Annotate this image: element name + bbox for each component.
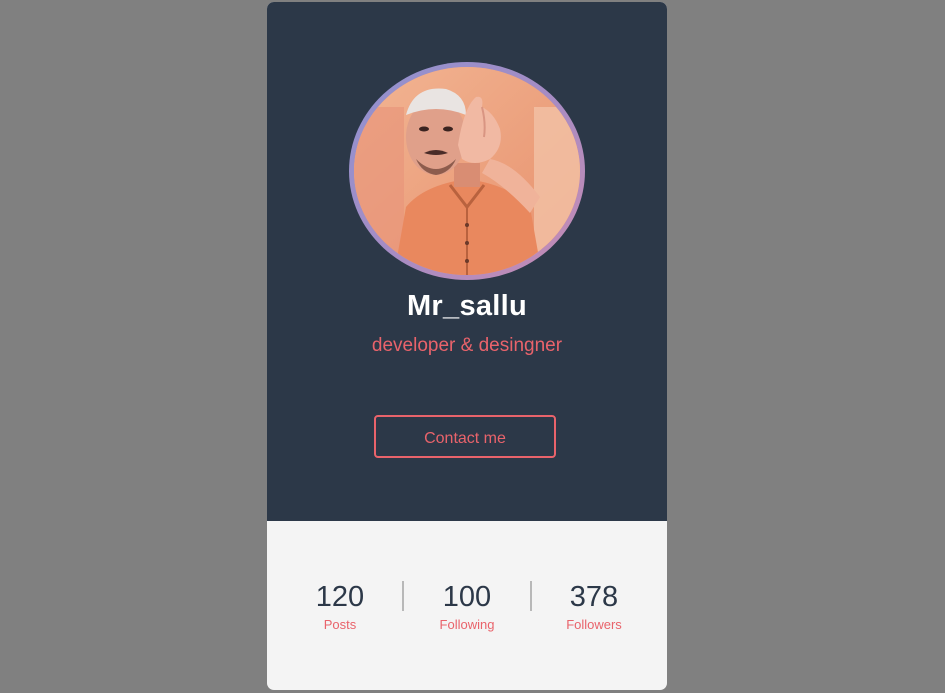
stat-divider — [530, 581, 532, 611]
stat-value: 378 — [569, 581, 619, 613]
stat-label: Posts — [323, 617, 357, 632]
profile-name: Mr_sallu — [406, 290, 528, 322]
stat-label: Followers — [566, 617, 622, 632]
stat-label: Following — [439, 617, 495, 632]
contact-me-button[interactable]: Contact me — [374, 415, 556, 458]
avatar-ring — [349, 62, 585, 280]
avatar — [354, 67, 580, 275]
profile-stats: 120 Posts 100 Following 378 Followers — [267, 577, 667, 637]
stat-divider — [402, 581, 404, 611]
stat-value: 120 — [315, 581, 365, 613]
profile-role: developer & desingner — [371, 335, 563, 356]
stat-value: 100 — [442, 581, 492, 613]
avatar-photo — [354, 67, 580, 275]
stat-following: 100 Following — [407, 577, 527, 633]
stat-posts: 120 Posts — [280, 577, 400, 633]
profile-card: Mr_sallu developer & desingner Contact m… — [267, 2, 667, 690]
stat-followers: 378 Followers — [534, 577, 654, 633]
profile-header: Mr_sallu developer & desingner Contact m… — [267, 2, 667, 521]
